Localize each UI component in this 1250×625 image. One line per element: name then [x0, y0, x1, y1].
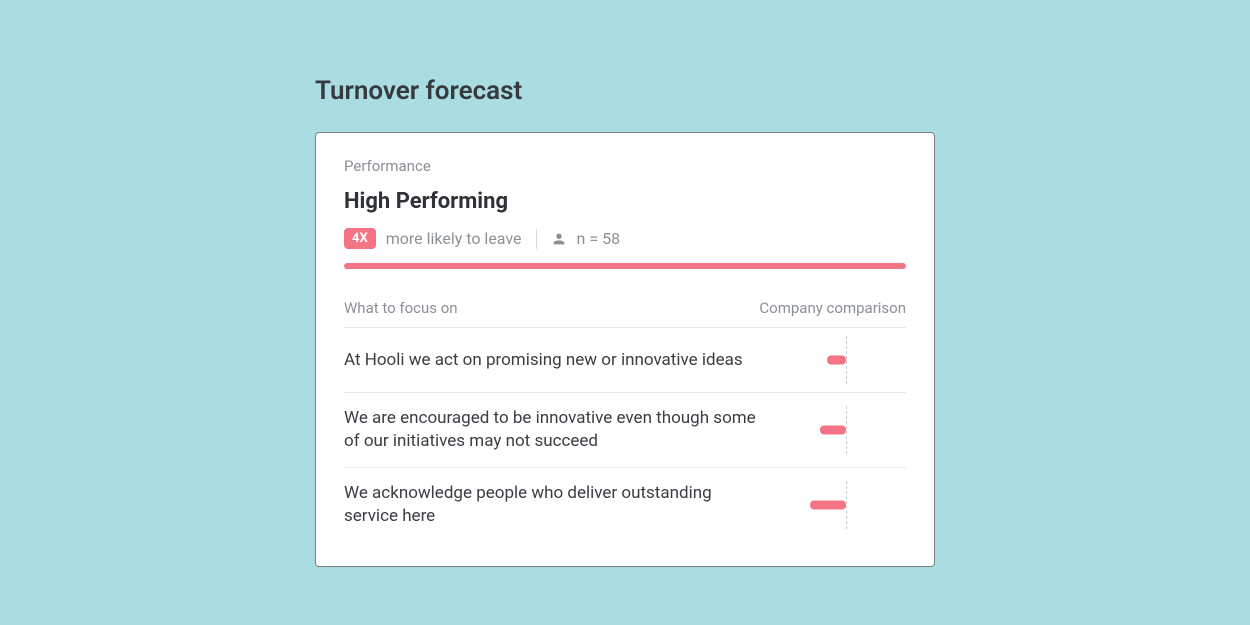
meta-row: 4X more likely to leave n = 58 [344, 228, 906, 249]
focus-row-text: We are encouraged to be innovative even … [344, 407, 768, 453]
comparison-chart [786, 342, 906, 378]
focus-row-text: At Hooli we act on promising new or inno… [344, 349, 768, 372]
divider [536, 229, 537, 249]
focus-row: We are encouraged to be innovative even … [344, 392, 906, 467]
comparison-header: Company comparison [759, 299, 906, 317]
focus-header: What to focus on [344, 299, 458, 317]
card-headline: High Performing [344, 189, 906, 214]
full-bar [344, 263, 906, 269]
zero-line [846, 406, 847, 454]
n-label: n = 58 [577, 229, 621, 248]
focus-row: At Hooli we act on promising new or inno… [344, 327, 906, 392]
zero-line [846, 481, 847, 529]
likely-text: more likely to leave [386, 229, 522, 248]
page-title: Turnover forecast [315, 76, 935, 106]
zero-line [846, 336, 847, 384]
section-header: What to focus on Company comparison [344, 299, 906, 327]
person-icon [551, 231, 567, 247]
comparison-chart [786, 487, 906, 523]
comparison-bar [810, 500, 846, 509]
focus-row-text: We acknowledge people who deliver outsta… [344, 482, 768, 528]
comparison-chart [786, 412, 906, 448]
forecast-card: Performance High Performing 4X more like… [315, 132, 935, 567]
card-eyebrow: Performance [344, 157, 906, 175]
comparison-bar [820, 425, 846, 434]
multiplier-badge: 4X [344, 228, 376, 249]
comparison-bar [827, 356, 846, 365]
focus-row: We acknowledge people who deliver outsta… [344, 467, 906, 542]
